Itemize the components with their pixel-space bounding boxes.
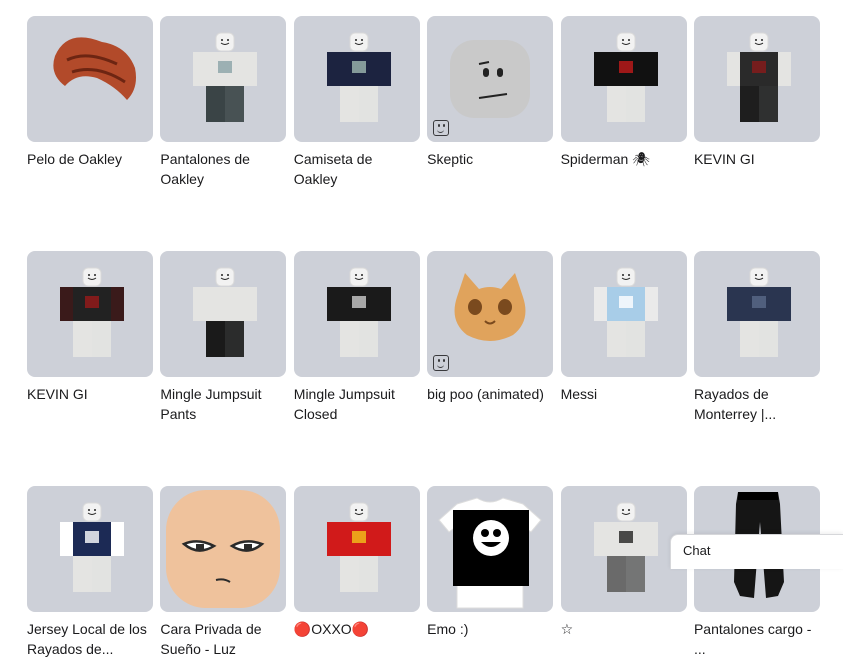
item-card[interactable]: Pelo de Oakley	[27, 16, 153, 189]
item-name[interactable]: Pantalones de Oakley	[160, 149, 286, 189]
item-card[interactable]: Pantalones de Oakley	[160, 16, 287, 189]
item-thumbnail[interactable]	[160, 16, 287, 142]
chat-button[interactable]: Chat	[670, 534, 843, 569]
item-card[interactable]: Mingle Jumpsuit Closed	[293, 251, 420, 424]
item-thumbnail[interactable]	[693, 16, 820, 142]
face-icon	[433, 120, 450, 136]
item-thumbnail[interactable]	[427, 16, 554, 142]
item-name[interactable]: ☆	[561, 619, 687, 639]
item-name[interactable]: KEVIN GI	[694, 149, 820, 169]
item-image	[326, 267, 391, 357]
item-name[interactable]: Mingle Jumpsuit Pants	[160, 384, 286, 424]
item-thumbnail[interactable]	[27, 251, 153, 377]
item-card[interactable]: big poo (animated)	[427, 251, 554, 424]
item-image	[726, 267, 791, 357]
item-image	[326, 32, 391, 122]
item-name[interactable]: Rayados de Monterrey |...	[694, 384, 820, 424]
item-image	[60, 502, 124, 592]
item-thumbnail[interactable]	[427, 251, 554, 377]
chat-label: Chat	[683, 543, 711, 558]
item-thumbnail[interactable]	[560, 16, 687, 142]
item-image	[593, 267, 658, 357]
item-card[interactable]: Emo :)	[427, 486, 554, 659]
item-name[interactable]: Cara Privada de Sueño - Luz	[160, 619, 286, 659]
item-name[interactable]: Jersey Local de los Rayados de...	[27, 619, 153, 659]
item-name[interactable]: 🔴OXXO🔴	[294, 619, 420, 639]
item-thumbnail[interactable]	[560, 251, 687, 377]
item-card[interactable]: KEVIN GI	[27, 251, 153, 424]
item-thumbnail[interactable]	[693, 251, 820, 377]
item-thumbnail[interactable]	[293, 486, 420, 612]
item-card[interactable]: KEVIN GI	[693, 16, 820, 189]
item-name[interactable]: Spiderman 🕷	[561, 149, 687, 169]
item-image	[726, 32, 791, 122]
item-image	[60, 267, 124, 357]
item-thumbnail[interactable]	[160, 486, 287, 612]
item-thumbnail[interactable]	[27, 16, 153, 142]
item-card[interactable]: ☆	[560, 486, 687, 659]
item-image	[593, 502, 658, 592]
item-card[interactable]: Skeptic	[427, 16, 554, 189]
item-thumbnail[interactable]	[427, 486, 554, 612]
face-icon	[433, 355, 450, 371]
item-image	[193, 32, 258, 122]
item-name[interactable]: Skeptic	[427, 149, 553, 169]
item-card[interactable]: 🔴OXXO🔴	[293, 486, 420, 659]
item-image	[193, 267, 258, 357]
item-card[interactable]: Mingle Jumpsuit Pants	[160, 251, 287, 424]
item-image	[166, 490, 281, 608]
item-name[interactable]: big poo (animated)	[427, 384, 553, 404]
item-card[interactable]: Messi	[560, 251, 687, 424]
item-thumbnail[interactable]	[27, 486, 153, 612]
item-card[interactable]: Spiderman 🕷	[560, 16, 687, 189]
item-name[interactable]: Mingle Jumpsuit Closed	[294, 384, 420, 424]
item-name[interactable]: Camiseta de Oakley	[294, 149, 420, 189]
item-image	[438, 497, 542, 609]
item-image	[53, 37, 137, 100]
item-card[interactable]: Jersey Local de los Rayados de...	[27, 486, 153, 659]
item-thumbnail[interactable]	[293, 16, 420, 142]
item-name[interactable]: Pantalones cargo - ...	[694, 619, 820, 659]
item-card[interactable]: Camiseta de Oakley	[293, 16, 420, 189]
item-thumbnail[interactable]	[560, 486, 687, 612]
item-name[interactable]: KEVIN GI	[27, 384, 153, 404]
item-image	[326, 502, 391, 592]
item-name[interactable]: Messi	[561, 384, 687, 404]
item-card[interactable]: Pantalones cargo - ...	[693, 486, 820, 659]
item-name[interactable]: Pelo de Oakley	[27, 149, 153, 169]
item-card[interactable]: Cara Privada de Sueño - Luz	[160, 486, 287, 659]
item-thumbnail[interactable]	[160, 251, 287, 377]
item-card[interactable]: Rayados de Monterrey |...	[693, 251, 820, 424]
item-name[interactable]: Emo :)	[427, 619, 553, 639]
item-thumbnail[interactable]	[293, 251, 420, 377]
item-image	[593, 32, 658, 122]
